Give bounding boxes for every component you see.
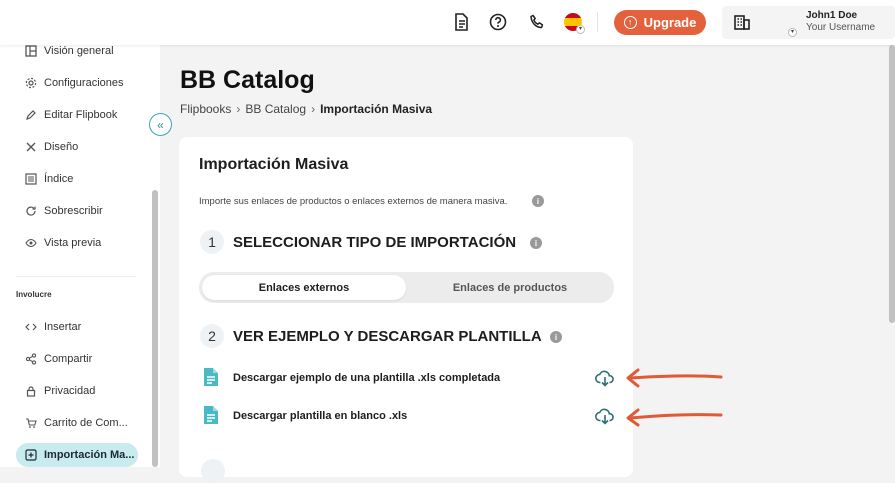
sidebar-item-label: Vista previa (44, 237, 102, 249)
eye-icon (24, 236, 38, 250)
page-scrollbar[interactable] (889, 45, 895, 323)
info-icon[interactable]: i (532, 195, 544, 207)
annotation-arrow-icon (624, 368, 724, 388)
step-number: 2 (200, 324, 224, 348)
sidebar-item-label: Sobrescribir (44, 205, 103, 217)
chevron-right-icon: › (311, 102, 316, 116)
sidebar-item-diseno[interactable]: Diseño (16, 135, 138, 159)
arrow-up-icon: ↑ (623, 16, 637, 29)
sidebar-item-label: Editar Flipbook (44, 109, 118, 121)
sidebar-item-importacion-masiva[interactable]: Importación Ma... (16, 443, 138, 467)
step-title: SELECCIONAR TIPO DE IMPORTACIÓN (233, 234, 517, 251)
sidebar-section-label: Involucre (16, 290, 52, 299)
lock-icon (24, 384, 38, 398)
sidebar-item-label: Privacidad (44, 385, 96, 397)
collapse-sidebar-button[interactable]: « (149, 113, 172, 136)
cloud-download-icon[interactable] (595, 406, 615, 426)
download-example-label[interactable]: Descargar ejemplo de una plantilla .xls … (233, 372, 500, 384)
pencil-icon (24, 108, 38, 122)
document-icon[interactable] (451, 12, 471, 32)
sidebar-divider (16, 276, 136, 277)
chevron-right-icon: › (236, 102, 241, 116)
download-blank-label[interactable]: Descargar plantilla en blanco .xls (233, 410, 407, 422)
page-title: BB Catalog (180, 66, 315, 94)
cart-icon (24, 416, 38, 430)
user-name: John1 Doe (806, 10, 858, 21)
sidebar-item-editar-flipbook[interactable]: Editar Flipbook (16, 103, 138, 127)
chevron-down-icon[interactable]: ▾ (788, 28, 797, 37)
step-number (201, 459, 225, 483)
divider (597, 12, 598, 32)
breadcrumb-current: Importación Masiva (320, 102, 433, 116)
phone-icon[interactable] (527, 12, 547, 32)
breadcrumb-link-flipbooks[interactable]: Flipbooks (180, 102, 231, 116)
sidebar-item-privacidad[interactable]: Privacidad (16, 379, 138, 403)
cloud-download-icon[interactable] (595, 368, 615, 388)
sidebar-item-label: Diseño (44, 141, 79, 153)
import-icon (24, 448, 38, 462)
sidebar-item-compartir[interactable]: Compartir (16, 347, 138, 371)
step-title: VER EJEMPLO Y DESCARGAR PLANTILLA (233, 328, 542, 345)
sidebar-item-carrito[interactable]: Carrito de Com... (16, 411, 138, 435)
chevron-down-icon[interactable]: ▾ (576, 25, 585, 34)
top-bar: ▾ ↑ Upgrade (0, 0, 895, 45)
card-description: Importe sus enlaces de productos o enlac… (199, 196, 508, 207)
sidebar-item-vista-previa[interactable]: Vista previa (16, 231, 138, 255)
layout-icon (24, 44, 38, 58)
sidebar-item-label: Insertar (44, 321, 82, 333)
code-icon (24, 320, 38, 334)
breadcrumb-link-catalog[interactable]: BB Catalog (245, 102, 306, 116)
user-username: Your Username (806, 22, 876, 33)
annotation-arrow-icon (624, 407, 724, 427)
info-icon[interactable]: i (550, 331, 562, 343)
sidebar-item-label: Carrito de Com... (44, 417, 128, 429)
sidebar-item-label: Importación Ma... (44, 449, 135, 461)
import-card (179, 137, 633, 477)
double-chevron-left-icon: « (157, 117, 164, 132)
share-icon (24, 352, 38, 366)
upgrade-label: Upgrade (643, 15, 697, 30)
sidebar-item-label: Visión general (44, 45, 114, 57)
sidebar-item-insertar[interactable]: Insertar (16, 315, 138, 339)
sidebar-item-label: Configuraciones (44, 77, 124, 89)
help-icon[interactable] (488, 12, 508, 32)
tab-enlaces-de-productos[interactable]: Enlaces de productos (410, 275, 610, 300)
file-icon (203, 405, 219, 425)
building-icon[interactable] (732, 12, 752, 32)
sidebar-item-label: Índice (44, 173, 74, 185)
gear-icon (24, 76, 38, 90)
sidebar-item-label: Compartir (44, 353, 93, 365)
sidebar-scrollbar[interactable] (152, 190, 158, 467)
list-icon (24, 172, 38, 186)
step-number: 1 (200, 230, 224, 254)
design-tools-icon (24, 140, 38, 154)
sidebar-item-configuraciones[interactable]: Configuraciones (16, 71, 138, 95)
card-title: Importación Masiva (199, 156, 349, 173)
breadcrumb: Flipbooks › BB Catalog › Importación Mas… (180, 102, 432, 116)
file-icon (203, 367, 219, 387)
upgrade-button[interactable]: ↑ Upgrade (614, 10, 706, 35)
sidebar-item-sobrescribir[interactable]: Sobrescribir (16, 199, 138, 223)
refresh-icon (24, 204, 38, 218)
info-icon[interactable]: i (530, 237, 542, 249)
tab-enlaces-externos[interactable]: Enlaces externos (202, 275, 406, 300)
sidebar-item-indice[interactable]: Índice (16, 167, 138, 191)
